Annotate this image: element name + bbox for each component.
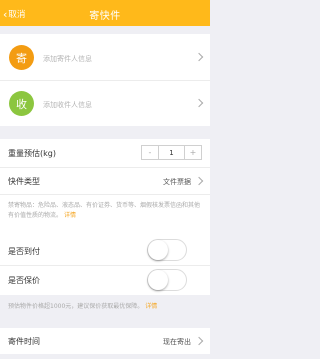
prohibited-details-link[interactable]: 详情 <box>64 212 76 219</box>
weight-value[interactable]: 1 <box>158 146 185 159</box>
receiver-placeholder: 添加收件人信息 <box>43 101 92 109</box>
chevron-right-icon <box>194 336 204 346</box>
insurance-note-text: 预估物件价格超1000元，建议保价获取最优保障。 <box>8 303 144 310</box>
toggle-knob <box>148 240 168 260</box>
chevron-right-icon <box>194 176 204 186</box>
insurance-note: 预估物件价格超1000元，建议保价获取最优保障。 详情 <box>8 302 312 312</box>
sender-row[interactable]: 寄 添加寄件人信息 <box>0 34 210 80</box>
receiver-row[interactable]: 收 添加收件人信息 <box>0 81 210 126</box>
page-title: 寄快件 <box>89 11 121 22</box>
weight-label: 重量预估(kg) <box>8 149 56 158</box>
options-card: 是否到付 是否保价 <box>0 236 210 295</box>
sender-placeholder: 添加寄件人信息 <box>43 55 92 63</box>
insurance-toggle[interactable] <box>147 269 187 291</box>
item-type-row[interactable]: 快件类型 文件票据 <box>0 168 210 194</box>
nav-bar: ‹ 取消 寄快件 <box>0 0 210 26</box>
chevron-right-icon <box>194 52 204 62</box>
send-time-label: 寄件时间 <box>8 337 40 346</box>
prohibited-note: 禁寄物品：危险品、液态品、有价证券、货币等、烟假核发票信函和其他有价值性质的物流… <box>8 201 202 221</box>
weight-stepper: - 1 + <box>141 145 202 160</box>
chevron-right-icon <box>194 98 204 108</box>
sender-badge: 寄 <box>9 45 34 70</box>
address-card: 寄 添加寄件人信息 收 添加收件人信息 <box>0 34 210 126</box>
insurance-row: 是否保价 <box>0 266 210 295</box>
cod-toggle[interactable] <box>147 239 187 261</box>
send-time-value: 现在寄出 <box>163 338 191 346</box>
decrement-button[interactable]: - <box>142 146 158 159</box>
item-type-label: 快件类型 <box>8 177 40 186</box>
send-time-row[interactable]: 寄件时间 现在寄出 <box>0 328 210 354</box>
insurance-details-link[interactable]: 详情 <box>145 303 157 310</box>
cod-label: 是否到付 <box>8 247 40 256</box>
item-type-value: 文件票据 <box>163 178 191 186</box>
insurance-label: 是否保价 <box>8 276 40 285</box>
cod-row: 是否到付 <box>0 236 210 265</box>
increment-button[interactable]: + <box>185 146 201 159</box>
toggle-knob <box>148 270 168 290</box>
receiver-badge: 收 <box>9 91 34 116</box>
prohibited-text: 禁寄物品：危险品、液态品、有价证券、货币等、烟假核发票信函和其他有价值性质的物流… <box>8 202 201 219</box>
divider <box>0 194 210 195</box>
